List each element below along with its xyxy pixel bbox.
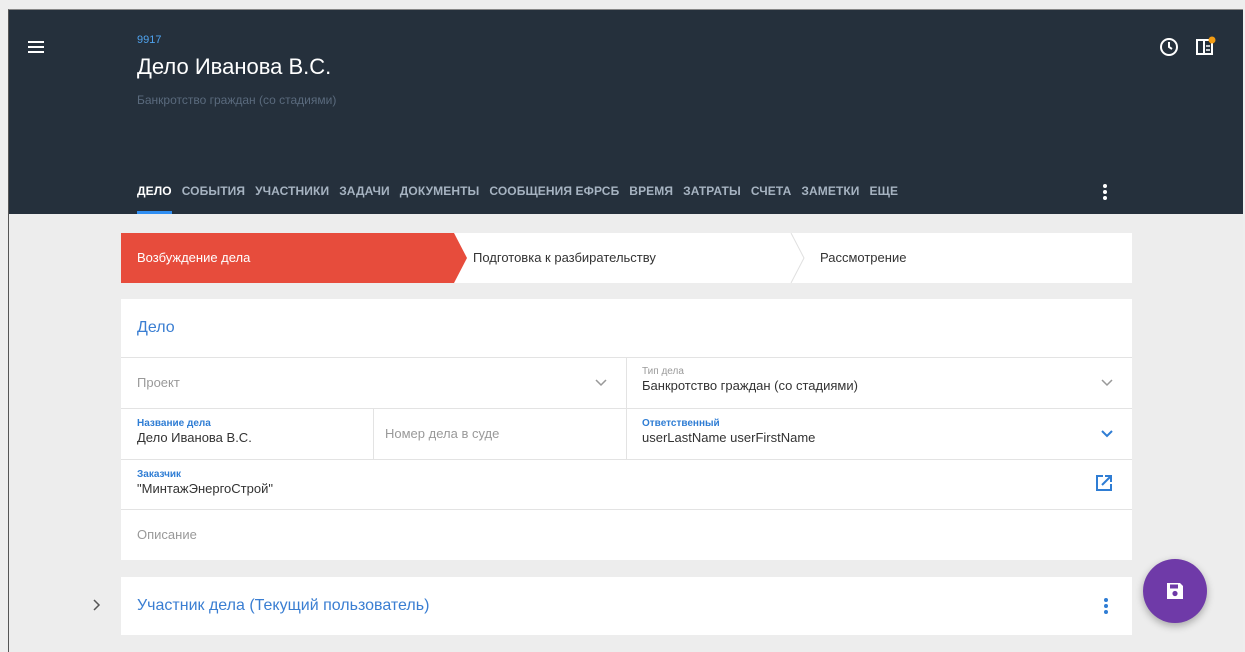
case-type-label: Тип дела: [642, 366, 684, 377]
case-type-content: Тип дела Банкротство граждан (со стадиям…: [642, 366, 858, 393]
tab-case[interactable]: ДЕЛО: [137, 178, 172, 214]
tabs-more-button[interactable]: [1095, 180, 1115, 204]
tab-efrsb-messages[interactable]: СООБЩЕНИЯ ЕФРСБ: [489, 178, 619, 214]
stage-bar: Возбуждение дела Подготовка к разбирател…: [121, 233, 1132, 283]
tab-time[interactable]: ВРЕМЯ: [629, 178, 673, 214]
stage-preparation[interactable]: Подготовка к разбирательству: [467, 233, 804, 283]
chevron-down-icon: [595, 379, 607, 387]
tab-documents[interactable]: ДОКУМЕНТЫ: [400, 178, 480, 214]
stage-label: Рассмотрение: [820, 250, 907, 265]
app-frame: 9917 Дело Иванова В.С. Банкротство гражд…: [8, 9, 1243, 652]
stage-review[interactable]: Рассмотрение: [804, 233, 1132, 283]
tab-participants[interactable]: УЧАСТНИКИ: [255, 178, 329, 214]
responsible-content: Ответственный userLastName userFirstName: [642, 418, 815, 445]
project-select[interactable]: Проект: [121, 357, 626, 408]
description-placeholder: Описание: [137, 527, 197, 542]
more-vert-icon: [1103, 184, 1107, 200]
customer-value: "МинтажЭнергоСтрой": [137, 481, 273, 496]
participant-card[interactable]: Участник дела (Текущий пользователь): [121, 577, 1132, 635]
customer-field[interactable]: Заказчик "МинтажЭнергоСтрой": [121, 459, 1132, 509]
case-type-value: Банкротство граждан (со стадиями): [642, 378, 858, 393]
tab-more[interactable]: ЕЩЕ: [870, 178, 899, 214]
page-title: Дело Иванова В.С.: [137, 54, 332, 79]
description-field[interactable]: Описание: [121, 509, 1132, 560]
court-number-field[interactable]: Номер дела в суде: [373, 408, 626, 459]
header: 9917 Дело Иванова В.С. Банкротство гражд…: [9, 10, 1243, 214]
responsible-label: Ответственный: [642, 418, 720, 429]
case-name-value: Дело Иванова В.С.: [137, 430, 252, 445]
panel-icon: [1196, 36, 1216, 55]
case-id: 9917: [137, 34, 162, 46]
case-name-content: Название дела Дело Иванова В.С.: [137, 418, 252, 445]
history-button[interactable]: [1158, 36, 1180, 58]
customer-label: Заказчик: [137, 469, 182, 480]
project-placeholder: Проект: [137, 375, 180, 390]
chevron-down-icon: [1101, 379, 1113, 387]
stage-initiation[interactable]: Возбуждение дела: [121, 233, 467, 283]
open-external-icon[interactable]: [1094, 473, 1114, 493]
case-type-select[interactable]: Тип дела Банкротство граждан (со стадиям…: [626, 357, 1132, 408]
chevron-down-icon: [1101, 430, 1113, 438]
stage-label: Подготовка к разбирательству: [473, 250, 656, 265]
more-vert-icon[interactable]: [1096, 594, 1116, 618]
tab-events[interactable]: СОБЫТИЯ: [182, 178, 245, 214]
customer-content: Заказчик "МинтажЭнергоСтрой": [137, 469, 273, 496]
court-number-placeholder: Номер дела в суде: [385, 426, 500, 441]
stage-label: Возбуждение дела: [137, 250, 251, 265]
side-panel-button[interactable]: [1194, 36, 1216, 58]
clock-icon: [1160, 38, 1178, 56]
participant-card-title: Участник дела (Текущий пользователь): [137, 597, 430, 614]
tab-bar: ДЕЛО СОБЫТИЯ УЧАСТНИКИ ЗАДАЧИ ДОКУМЕНТЫ …: [137, 178, 908, 214]
tab-invoices[interactable]: СЧЕТА: [751, 178, 792, 214]
chevron-right-icon[interactable]: [89, 598, 103, 612]
menu-button[interactable]: [26, 36, 48, 58]
save-icon: [1167, 583, 1183, 599]
case-name-field[interactable]: Название дела Дело Иванова В.С.: [121, 408, 373, 459]
tab-expenses[interactable]: ЗАТРАТЫ: [683, 178, 741, 214]
save-button[interactable]: [1143, 559, 1207, 623]
case-card: Дело Проект Тип дела Банкротство граждан…: [121, 299, 1132, 560]
case-name-label: Название дела: [137, 418, 211, 429]
menu-icon: [28, 41, 44, 53]
case-card-title: Дело: [137, 319, 175, 336]
tab-notes[interactable]: ЗАМЕТКИ: [801, 178, 859, 214]
case-subtitle: Банкротство граждан (со стадиями): [137, 93, 337, 107]
responsible-select[interactable]: Ответственный userLastName userFirstName: [626, 408, 1132, 459]
responsible-value: userLastName userFirstName: [642, 430, 816, 445]
tab-tasks[interactable]: ЗАДАЧИ: [339, 178, 390, 214]
